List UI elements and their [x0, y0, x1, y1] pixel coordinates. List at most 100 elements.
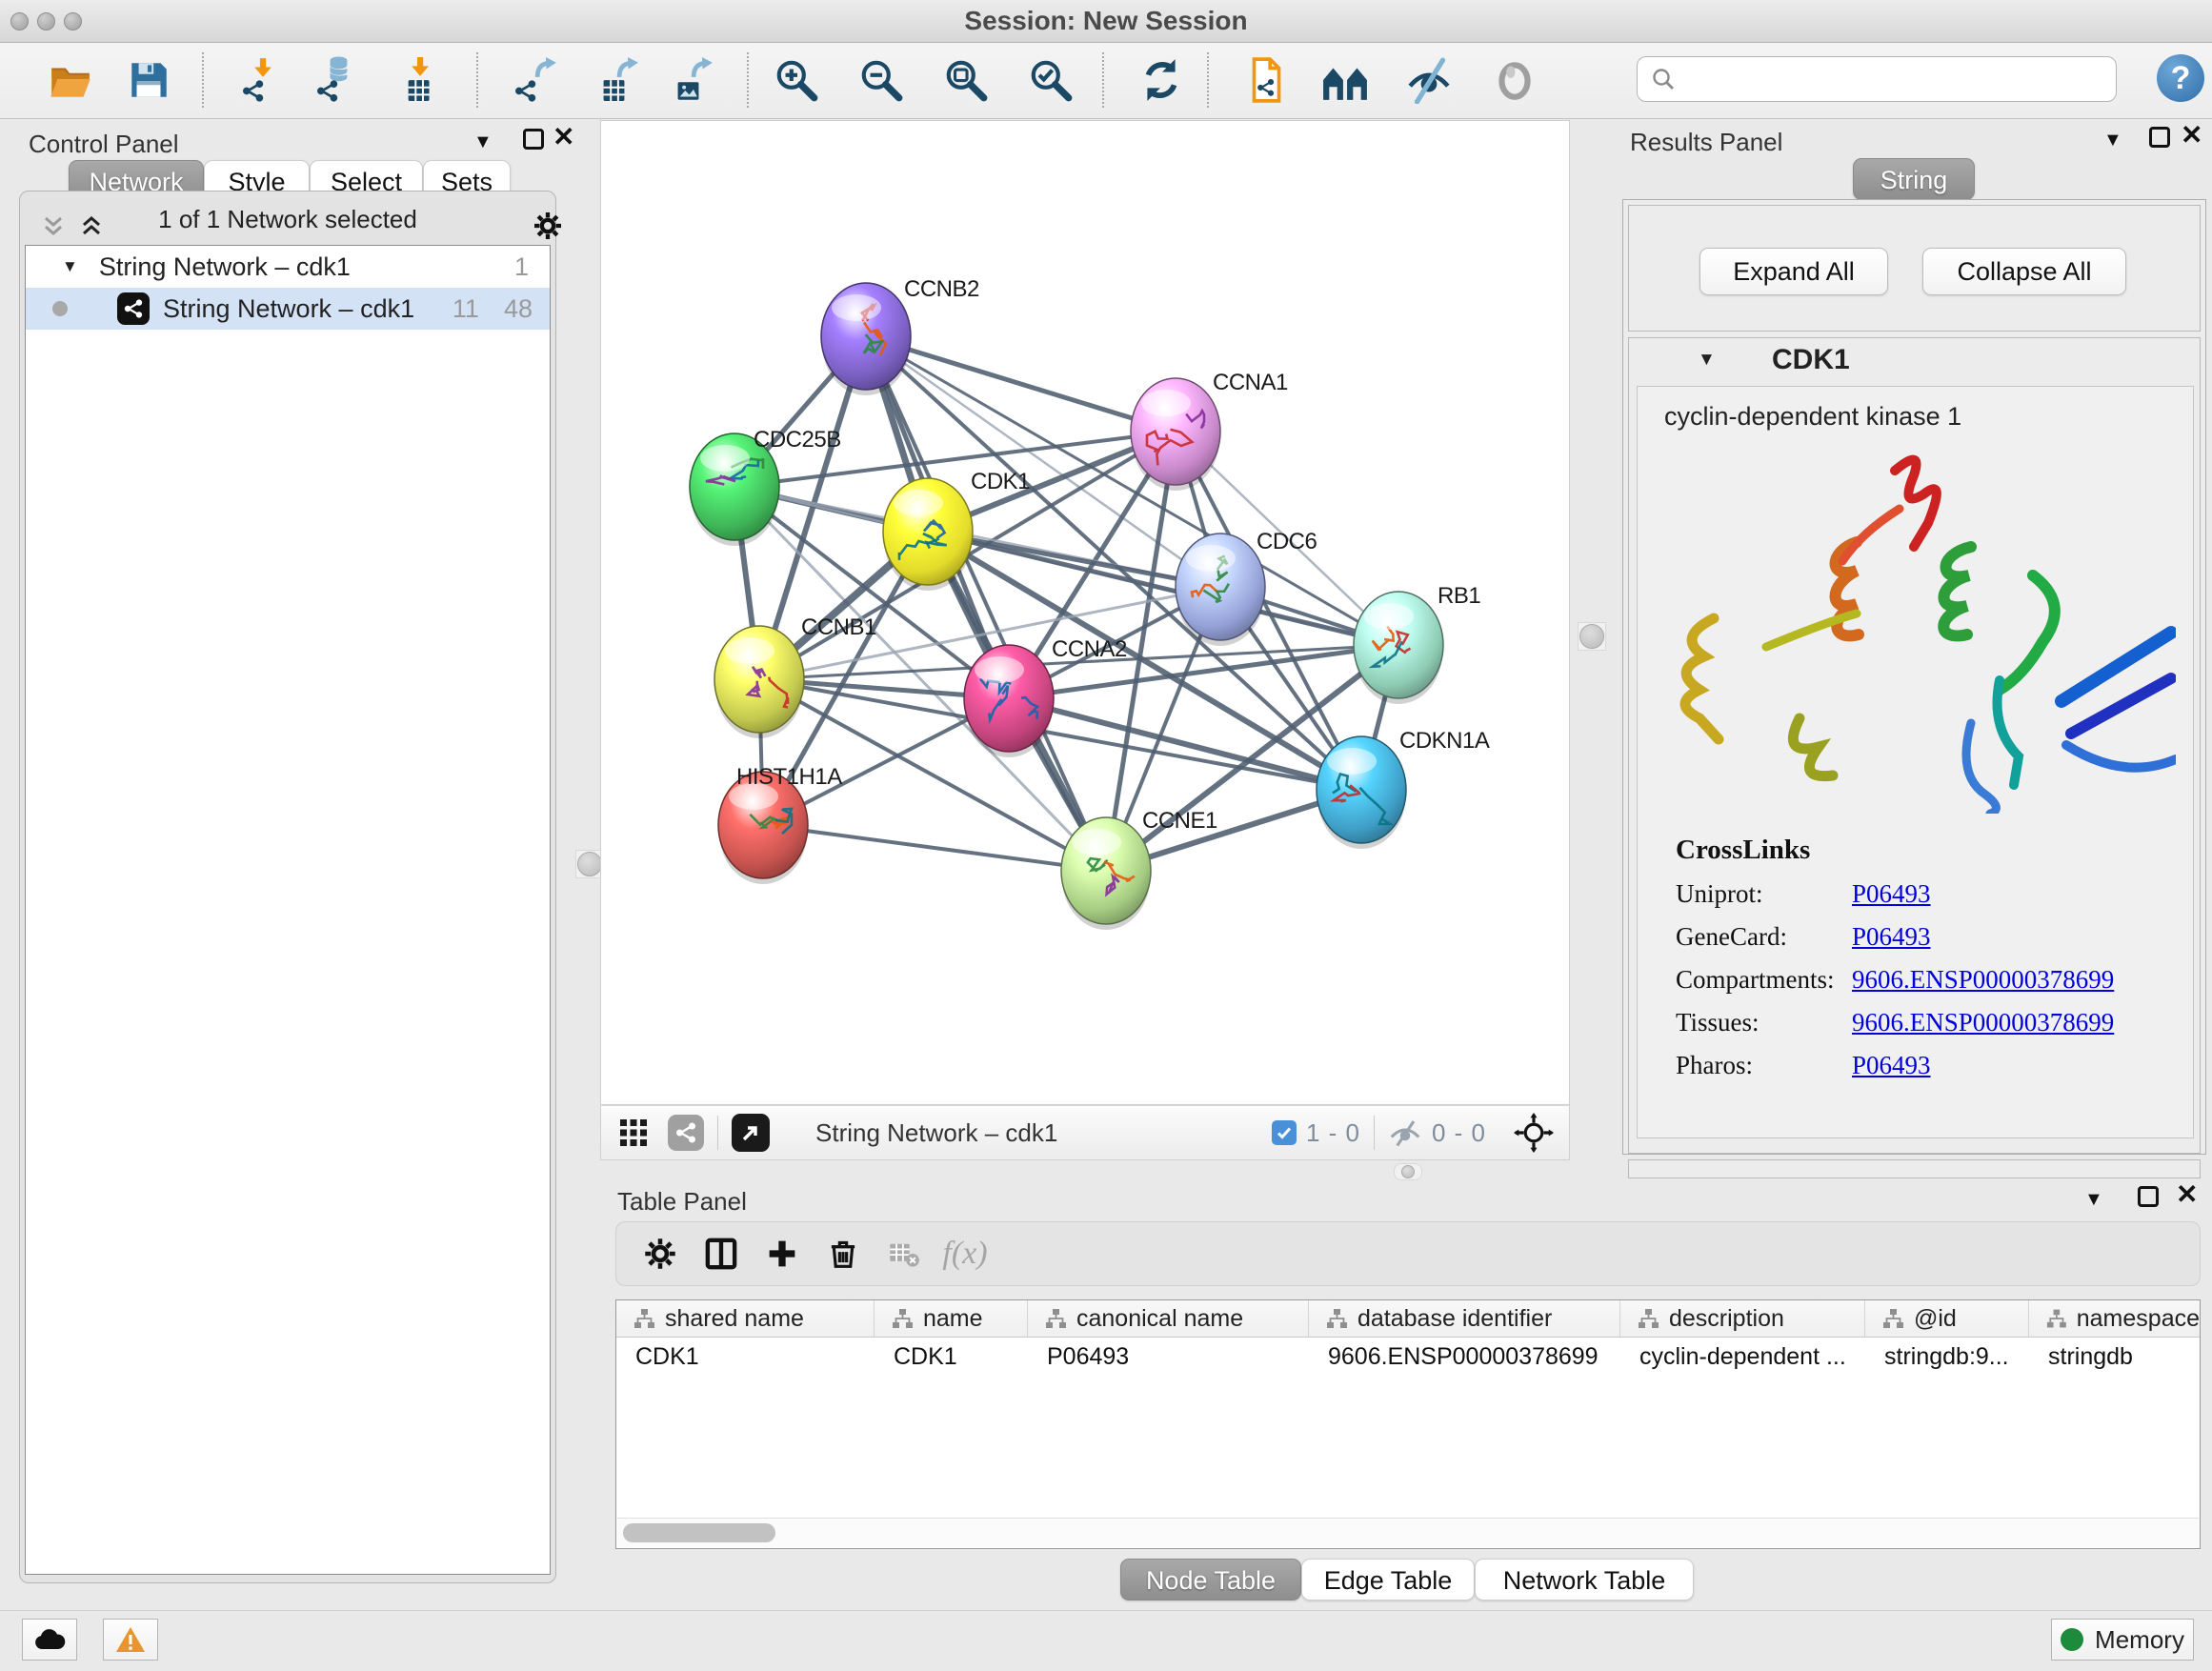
network-node-count: 11 [452, 294, 479, 324]
network-node-CDKN1A[interactable]: CDKN1A [1317, 728, 1490, 849]
control-panel-float-icon[interactable] [523, 129, 544, 150]
import-table-from-file-icon[interactable] [392, 53, 446, 107]
table-panel-float-icon[interactable] [2138, 1186, 2159, 1207]
memory-button[interactable]: Memory [2051, 1619, 2194, 1661]
crosslink-value-link[interactable]: P06493 [1852, 922, 1931, 952]
style-document-icon[interactable] [1239, 53, 1293, 107]
network-canvas[interactable]: CCNB2CCNA1CDC25BCDK1CDC6RB1CCNB1CCNA2CDK… [600, 120, 1570, 1105]
results-panel-float-icon[interactable] [2149, 127, 2170, 148]
table-row[interactable]: CDK1CDK1P064939606.ENSP00000378699cyclin… [616, 1338, 2200, 1376]
node-label-CCNE1: CCNE1 [1142, 808, 1217, 834]
save-session-icon[interactable] [122, 53, 175, 107]
network-node-RB1[interactable]: RB1 [1354, 583, 1480, 704]
toolbar-divider [1102, 52, 1104, 108]
grid-view-icon[interactable] [618, 1117, 649, 1148]
hide-unhide-icon[interactable] [1402, 53, 1456, 107]
node-table: shared namenamecanonical namedatabase id… [615, 1299, 2201, 1549]
tab-network-table[interactable]: Network Table [1475, 1559, 1694, 1601]
network-node-HIST1H1A[interactable]: HIST1H1A [718, 764, 842, 884]
control-panel-close-icon[interactable]: ✕ [553, 127, 574, 148]
network-collection-row[interactable]: ▼ String Network – cdk1 1 [26, 246, 550, 288]
zoom-out-icon[interactable] [855, 53, 908, 107]
hidden-count-eye-icon[interactable] [1388, 1118, 1422, 1147]
column-header-shared-name[interactable]: shared name [616, 1300, 875, 1337]
add-column-icon[interactable] [752, 1227, 813, 1280]
horizontal-splitter-handle[interactable] [1394, 1163, 1422, 1180]
search-input[interactable] [1683, 65, 2116, 94]
birdseye-navigator-icon[interactable] [1514, 1113, 1554, 1153]
network-options-gear-icon[interactable] [533, 211, 563, 241]
preview-icon[interactable] [1488, 53, 1541, 107]
crosslink-value-link[interactable]: P06493 [1852, 879, 1931, 909]
tab-node-table[interactable]: Node Table [1120, 1559, 1301, 1601]
zoom-fit-content-icon[interactable] [939, 53, 993, 107]
zoom-in-icon[interactable] [770, 53, 823, 107]
open-session-icon[interactable] [44, 53, 97, 107]
table-cell: cyclin-dependent ... [1620, 1338, 1865, 1376]
network-node-CCNA1[interactable]: CCNA1 [1131, 370, 1288, 491]
detach-view-icon[interactable] [732, 1114, 770, 1152]
selected-count-checkbox-icon[interactable] [1272, 1120, 1297, 1145]
crosslink-value-link[interactable]: 9606.ENSP00000378699 [1852, 965, 2114, 995]
results-panel-close-icon[interactable]: ✕ [2181, 125, 2202, 146]
search-box[interactable] [1637, 56, 2117, 102]
table-panel-menu-icon[interactable]: ▼ [2084, 1189, 2103, 1211]
control-panel-menu-icon[interactable]: ▼ [473, 131, 493, 153]
node-label-CDK1: CDK1 [971, 469, 1030, 494]
network-edge[interactable] [763, 825, 1106, 871]
table-panel-close-icon[interactable]: ✕ [2176, 1184, 2198, 1205]
table-header-row: shared namenamecanonical namedatabase id… [616, 1300, 2200, 1338]
table-horizontal-scrollbar[interactable] [617, 1518, 2199, 1547]
network-node-CCNB1[interactable]: CCNB1 [714, 614, 876, 738]
window-title: Session: New Session [0, 0, 2212, 42]
show-columns-icon[interactable] [691, 1227, 752, 1280]
network-row[interactable]: String Network – cdk1 11 48 [26, 288, 550, 330]
next-section-stub [1628, 1159, 2201, 1178]
refresh-view-icon[interactable] [1135, 53, 1188, 107]
export-table-icon[interactable] [590, 53, 643, 107]
cdk1-section-expander-icon[interactable]: ▼ [1698, 350, 1716, 371]
results-panel-menu-icon[interactable]: ▼ [2103, 130, 2122, 151]
cloud-sync-button[interactable] [22, 1619, 77, 1661]
crosslink-value-link[interactable]: P06493 [1852, 1051, 1931, 1080]
zoom-selected-icon[interactable] [1024, 53, 1077, 107]
network-node-CCNE1[interactable]: CCNE1 [1061, 808, 1217, 930]
column-header-database-identifier[interactable]: database identifier [1309, 1300, 1620, 1337]
network-list: ▼ String Network – cdk1 1 String Network… [25, 245, 551, 1575]
control-panel-title: Control Panel [29, 130, 179, 159]
help-button[interactable]: ? [2157, 54, 2204, 102]
network-edge[interactable] [866, 336, 1176, 432]
view-network-title: String Network – cdk1 [815, 1118, 1057, 1148]
import-network-from-database-icon[interactable] [310, 53, 363, 107]
title-bar: Session: New Session [0, 0, 2212, 43]
network-share-view-icon[interactable] [668, 1115, 704, 1151]
column-header-description[interactable]: description [1620, 1300, 1865, 1337]
column-header-canonical-name[interactable]: canonical name [1028, 1300, 1309, 1337]
network-node-CCNB2[interactable]: CCNB2 [821, 276, 979, 395]
collection-count: 1 [514, 252, 529, 282]
crosslinks-title: CrossLinks [1676, 835, 2171, 866]
warnings-button[interactable] [103, 1619, 158, 1661]
column-header-name[interactable]: name [875, 1300, 1028, 1337]
import-network-from-file-icon[interactable] [235, 53, 289, 107]
table-panel-title: Table Panel [617, 1187, 747, 1217]
network-view-toolbar: String Network – cdk1 1 - 0 0 - 0 [600, 1105, 1570, 1160]
column-header-namespace[interactable]: namespace [2029, 1300, 2201, 1337]
network-node-CDC6[interactable]: CDC6 [1176, 529, 1317, 646]
export-image-icon[interactable] [664, 53, 717, 107]
column-header-@id[interactable]: @id [1865, 1300, 2029, 1337]
right-splitter-handle[interactable] [1578, 622, 1606, 651]
tab-edge-table[interactable]: Edge Table [1301, 1559, 1475, 1601]
node-label-HIST1H1A: HIST1H1A [736, 764, 842, 790]
expand-all-button[interactable]: Expand All [1699, 248, 1888, 295]
export-network-icon[interactable] [508, 53, 561, 107]
tab-string[interactable]: String [1853, 158, 1975, 200]
collection-expander-icon[interactable]: ▼ [62, 257, 78, 276]
table-settings-gear-icon[interactable] [630, 1227, 691, 1280]
collapse-all-button[interactable]: Collapse All [1922, 248, 2126, 295]
crosslink-row: Uniprot: P06493 [1676, 879, 2171, 909]
delete-column-trash-icon[interactable] [813, 1227, 874, 1280]
return-home-icon[interactable] [1318, 53, 1372, 107]
crosslink-value-link[interactable]: 9606.ENSP00000378699 [1852, 1008, 2114, 1037]
network-status-dot [52, 301, 68, 316]
